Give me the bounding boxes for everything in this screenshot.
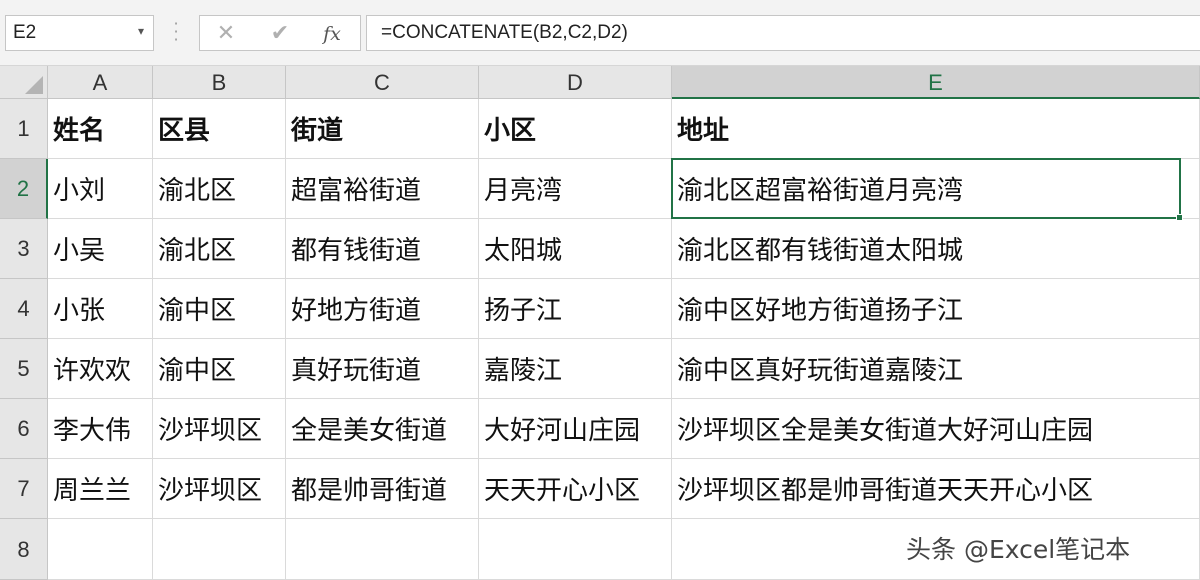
cell-d3[interactable]: 太阳城: [479, 219, 672, 279]
row-header-1[interactable]: 1: [0, 99, 48, 159]
column-header-e[interactable]: E: [672, 66, 1200, 99]
cell-a4[interactable]: 小张: [48, 279, 153, 339]
select-all-button[interactable]: [0, 66, 48, 99]
formula-input[interactable]: =CONCATENATE(B2,C2,D2): [366, 15, 1200, 51]
select-all-icon: [25, 76, 43, 94]
more-options-icon[interactable]: · · ·: [171, 16, 181, 48]
cell-b7[interactable]: 沙坪坝区: [153, 459, 286, 519]
cancel-icon[interactable]: ✕: [206, 20, 246, 48]
cell-e5[interactable]: 渝中区真好玩街道嘉陵江: [672, 339, 1200, 399]
cell-d8[interactable]: [479, 519, 672, 580]
insert-function-icon[interactable]: fx: [312, 20, 352, 48]
cell-d4[interactable]: 扬子江: [479, 279, 672, 339]
cell-c4[interactable]: 好地方街道: [286, 279, 479, 339]
cell-c3[interactable]: 都有钱街道: [286, 219, 479, 279]
cell-d5[interactable]: 嘉陵江: [479, 339, 672, 399]
cell-b8[interactable]: [153, 519, 286, 580]
row-header-3[interactable]: 3: [0, 219, 48, 279]
cell-b2[interactable]: 渝北区: [153, 159, 286, 219]
cell-c1[interactable]: 街道: [286, 99, 479, 159]
cell-a8[interactable]: [48, 519, 153, 580]
cell-e2[interactable]: 渝北区超富裕街道月亮湾: [672, 159, 1200, 219]
cell-a2[interactable]: 小刘: [48, 159, 153, 219]
cell-a1[interactable]: 姓名: [48, 99, 153, 159]
name-box-value: E2: [13, 22, 37, 43]
cell-c6[interactable]: 全是美女街道: [286, 399, 479, 459]
cell-b3[interactable]: 渝北区: [153, 219, 286, 279]
cell-b5[interactable]: 渝中区: [153, 339, 286, 399]
cell-b6[interactable]: 沙坪坝区: [153, 399, 286, 459]
formula-buttons: ✕ ✔ fx: [199, 15, 361, 51]
chevron-down-icon[interactable]: ▾: [138, 24, 144, 38]
formula-bar-area: E2 ▾ · · · ✕ ✔ fx =CONCATENATE(B2,C2,D2): [0, 0, 1200, 66]
cell-c5[interactable]: 真好玩街道: [286, 339, 479, 399]
cell-c8[interactable]: [286, 519, 479, 580]
row-header-5[interactable]: 5: [0, 339, 48, 399]
cell-a6[interactable]: 李大伟: [48, 399, 153, 459]
cell-d1[interactable]: 小区: [479, 99, 672, 159]
spreadsheet-grid: A B C D E 1 姓名 区县 街道 小区 地址 2 小刘 渝北区 超富裕街道 月亮湾 渝北区超富裕街道月亮…: [0, 66, 1200, 580]
column-header-b[interactable]: B: [153, 66, 286, 99]
cell-e7[interactable]: 沙坪坝区都是帅哥街道天天开心小区: [672, 459, 1200, 519]
row-header-2[interactable]: 2: [0, 159, 48, 219]
row-header-6[interactable]: 6: [0, 399, 48, 459]
cell-d6[interactable]: 大好河山庄园: [479, 399, 672, 459]
name-box[interactable]: E2 ▾: [5, 15, 154, 51]
row-header-7[interactable]: 7: [0, 459, 48, 519]
cell-a5[interactable]: 许欢欢: [48, 339, 153, 399]
column-header-d[interactable]: D: [479, 66, 672, 99]
fill-handle[interactable]: [1176, 214, 1183, 221]
cell-b4[interactable]: 渝中区: [153, 279, 286, 339]
cell-e1[interactable]: 地址: [672, 99, 1200, 159]
cell-d7[interactable]: 天天开心小区: [479, 459, 672, 519]
enter-icon[interactable]: ✔: [260, 20, 300, 48]
column-header-c[interactable]: C: [286, 66, 479, 99]
cell-a3[interactable]: 小吴: [48, 219, 153, 279]
row-header-8[interactable]: 8: [0, 519, 48, 580]
row-header-4[interactable]: 4: [0, 279, 48, 339]
cell-e6[interactable]: 沙坪坝区全是美女街道大好河山庄园: [672, 399, 1200, 459]
cell-c2[interactable]: 超富裕街道: [286, 159, 479, 219]
cell-a7[interactable]: 周兰兰: [48, 459, 153, 519]
cell-d2[interactable]: 月亮湾: [479, 159, 672, 219]
cell-c7[interactable]: 都是帅哥街道: [286, 459, 479, 519]
cell-e3[interactable]: 渝北区都有钱街道太阳城: [672, 219, 1200, 279]
watermark: 头条 @Excel笔记本: [906, 535, 1131, 564]
cell-b1[interactable]: 区县: [153, 99, 286, 159]
column-header-a[interactable]: A: [48, 66, 153, 99]
cell-e4[interactable]: 渝中区好地方街道扬子江: [672, 279, 1200, 339]
